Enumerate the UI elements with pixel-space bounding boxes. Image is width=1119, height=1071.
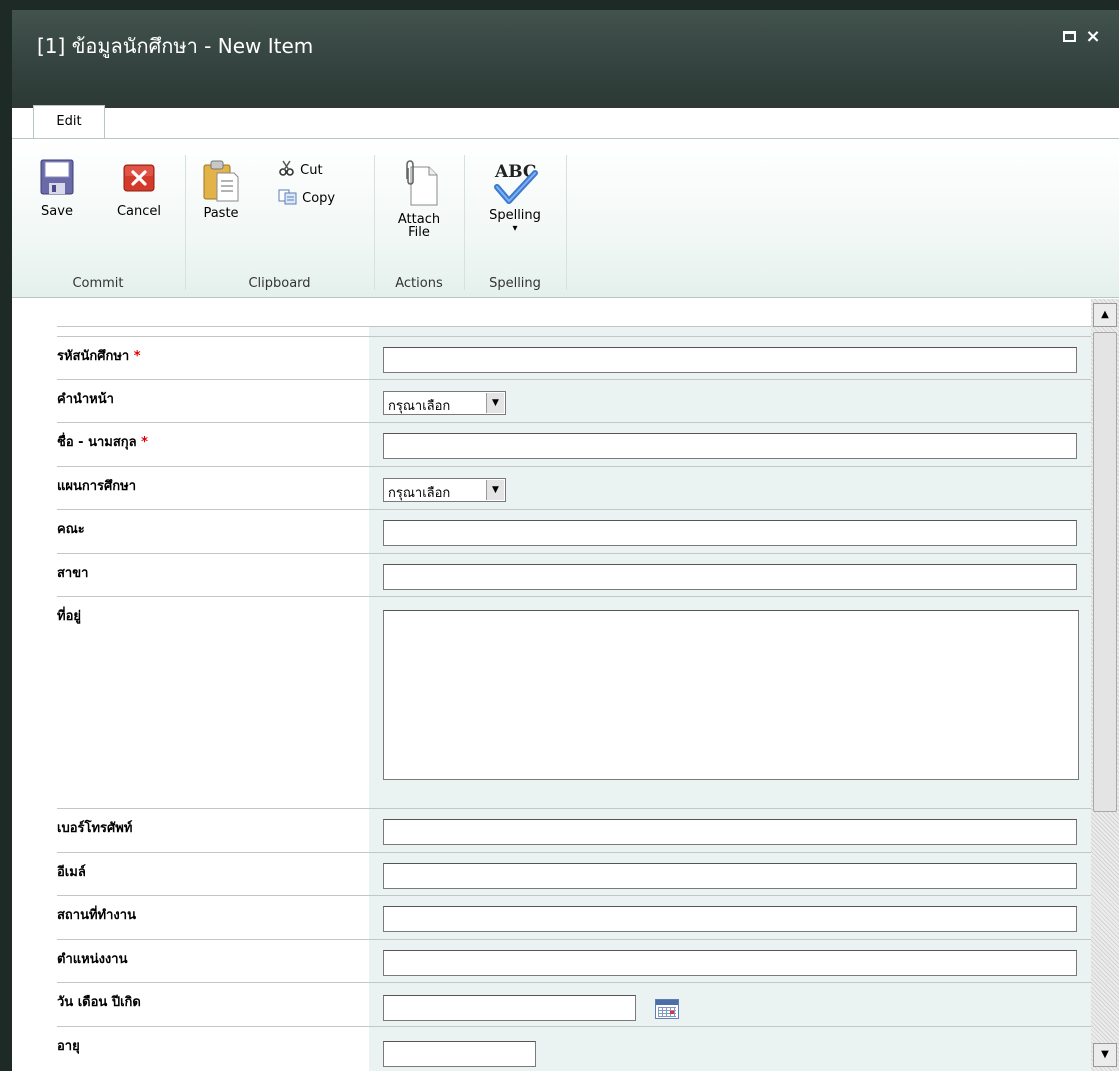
paste-button[interactable]: Paste [196,159,246,220]
form-row: คำนำหน้า กรุณาเลือก ▼ [57,379,1091,422]
copy-button[interactable]: Copy [278,189,335,206]
copy-label: Copy [302,191,336,206]
scroll-down-icon[interactable]: ▼ [1093,1043,1117,1067]
major-input[interactable] [383,564,1077,590]
form-row: อีเมล์ [57,852,1091,895]
spelling-dropdown-arrow[interactable]: ▾ [477,222,553,235]
cut-button[interactable]: Cut [278,159,323,178]
maximize-icon[interactable] [1060,28,1078,46]
student-id-input[interactable] [383,347,1077,373]
full-name-input[interactable] [383,433,1077,459]
study-plan-select[interactable]: กรุณาเลือก ▼ [383,478,506,502]
attach-label-line2: File [408,225,430,240]
field-label: สถานที่ทำงาน [57,908,136,923]
form-area: รหัสนักศึกษา * คำนำหน้า กรุณาเลือก ▼ ชื่… [12,299,1091,1071]
field-label: แผนการศึกษา [57,479,137,494]
group-label-clipboard: Clipboard [248,276,311,291]
prefix-select[interactable]: กรุณาเลือก ▼ [383,391,506,415]
scissors-icon [279,160,294,176]
cut-label: Cut [300,163,323,178]
form-row: คณะ [57,509,1091,553]
ribbon-group-actions: Attach File Actions [375,147,463,297]
cancel-label: Cancel [116,204,162,219]
form-row: สถานที่ทำงาน [57,895,1091,939]
tab-edit[interactable]: Edit [33,105,105,139]
calendar-icon[interactable] [655,999,679,1019]
close-icon[interactable]: × [1084,28,1102,46]
form-row: สาขา [57,553,1091,596]
study-plan-select-value: กรุณาเลือก [388,486,451,501]
job-position-input[interactable] [383,950,1077,976]
birth-date-input[interactable] [383,995,636,1021]
paste-label: Paste [203,206,239,221]
address-textarea[interactable] [383,610,1079,780]
form-row: วัน เดือน ปีเกิด [57,982,1091,1026]
workplace-input[interactable] [383,906,1077,932]
save-icon [40,159,74,195]
copy-icon [278,189,297,205]
spelling-label: Spelling [489,208,541,223]
form-row: ชื่อ - นามสกุล * [57,422,1091,466]
group-label-commit: Commit [72,276,124,291]
field-label: ชื่อ - นามสกุล * [57,435,148,450]
required-marker: * [133,349,141,364]
spelling-check-icon: ABC [494,162,538,204]
chevron-down-icon[interactable]: ▼ [486,393,504,413]
group-label-actions: Actions [395,276,443,291]
form-top-divider [57,326,1091,327]
age-input[interactable] [383,1041,536,1067]
group-label-spelling: Spelling [489,276,541,291]
prefix-select-value: กรุณาเลือก [388,399,451,414]
form-row: ตำแหน่งงาน [57,939,1091,982]
ribbon-group-spelling: ABC Spelling ▾ Spelling [465,147,565,297]
vertical-scrollbar[interactable]: ▲ ▼ [1091,299,1119,1071]
cancel-icon [123,164,155,192]
email-input[interactable] [383,863,1077,889]
attach-file-button[interactable]: Attach File [389,159,449,239]
form-row: เบอร์โทรศัพท์ [57,808,1091,852]
field-label: เบอร์โทรศัพท์ [57,821,133,836]
form-row: แผนการศึกษา กรุณาเลือก ▼ [57,466,1091,509]
field-label: คำนำหน้า [57,392,114,407]
required-marker: * [141,435,148,450]
dialog-titlebar: [1] ข้อมูลนักศึกษา - New Item × [12,10,1119,108]
spelling-button[interactable]: ABC Spelling ▾ [477,159,553,235]
save-label: Save [41,204,73,219]
ribbon: Save Cancel Commit Paste Cut Copy Clipbo… [12,138,1119,298]
field-label: อีเมล์ [57,865,86,880]
ribbon-group-commit: Save Cancel Commit [12,147,184,297]
form-row: อายุ [57,1026,1091,1071]
field-label: วัน เดือน ปีเกิด [57,995,141,1010]
field-label: อายุ [57,1039,80,1054]
cancel-button[interactable]: Cancel [108,159,170,218]
attach-file-icon [406,160,438,206]
field-label: รหัสนักศึกษา * [57,349,141,364]
phone-input[interactable] [383,819,1077,845]
ribbon-separator [566,155,567,290]
faculty-input[interactable] [383,520,1077,546]
scroll-up-icon[interactable]: ▲ [1093,303,1117,327]
paste-icon [203,160,239,202]
field-label: คณะ [57,522,85,537]
field-label: ตำแหน่งงาน [57,952,128,967]
chevron-down-icon[interactable]: ▼ [486,480,504,500]
field-label: ที่อยู่ [57,609,81,624]
form-row: รหัสนักศึกษา * [57,336,1091,379]
save-button[interactable]: Save [34,159,80,218]
ribbon-group-clipboard: Paste Cut Copy Clipboard [186,147,373,297]
form-row: ที่อยู่ [57,596,1091,808]
dialog-title: [1] ข้อมูลนักศึกษา - New Item [37,34,314,58]
new-item-dialog: [1] ข้อมูลนักศึกษา - New Item × Edit Sav… [12,10,1119,1071]
field-label: สาขา [57,566,89,581]
scrollbar-thumb[interactable] [1093,332,1117,812]
